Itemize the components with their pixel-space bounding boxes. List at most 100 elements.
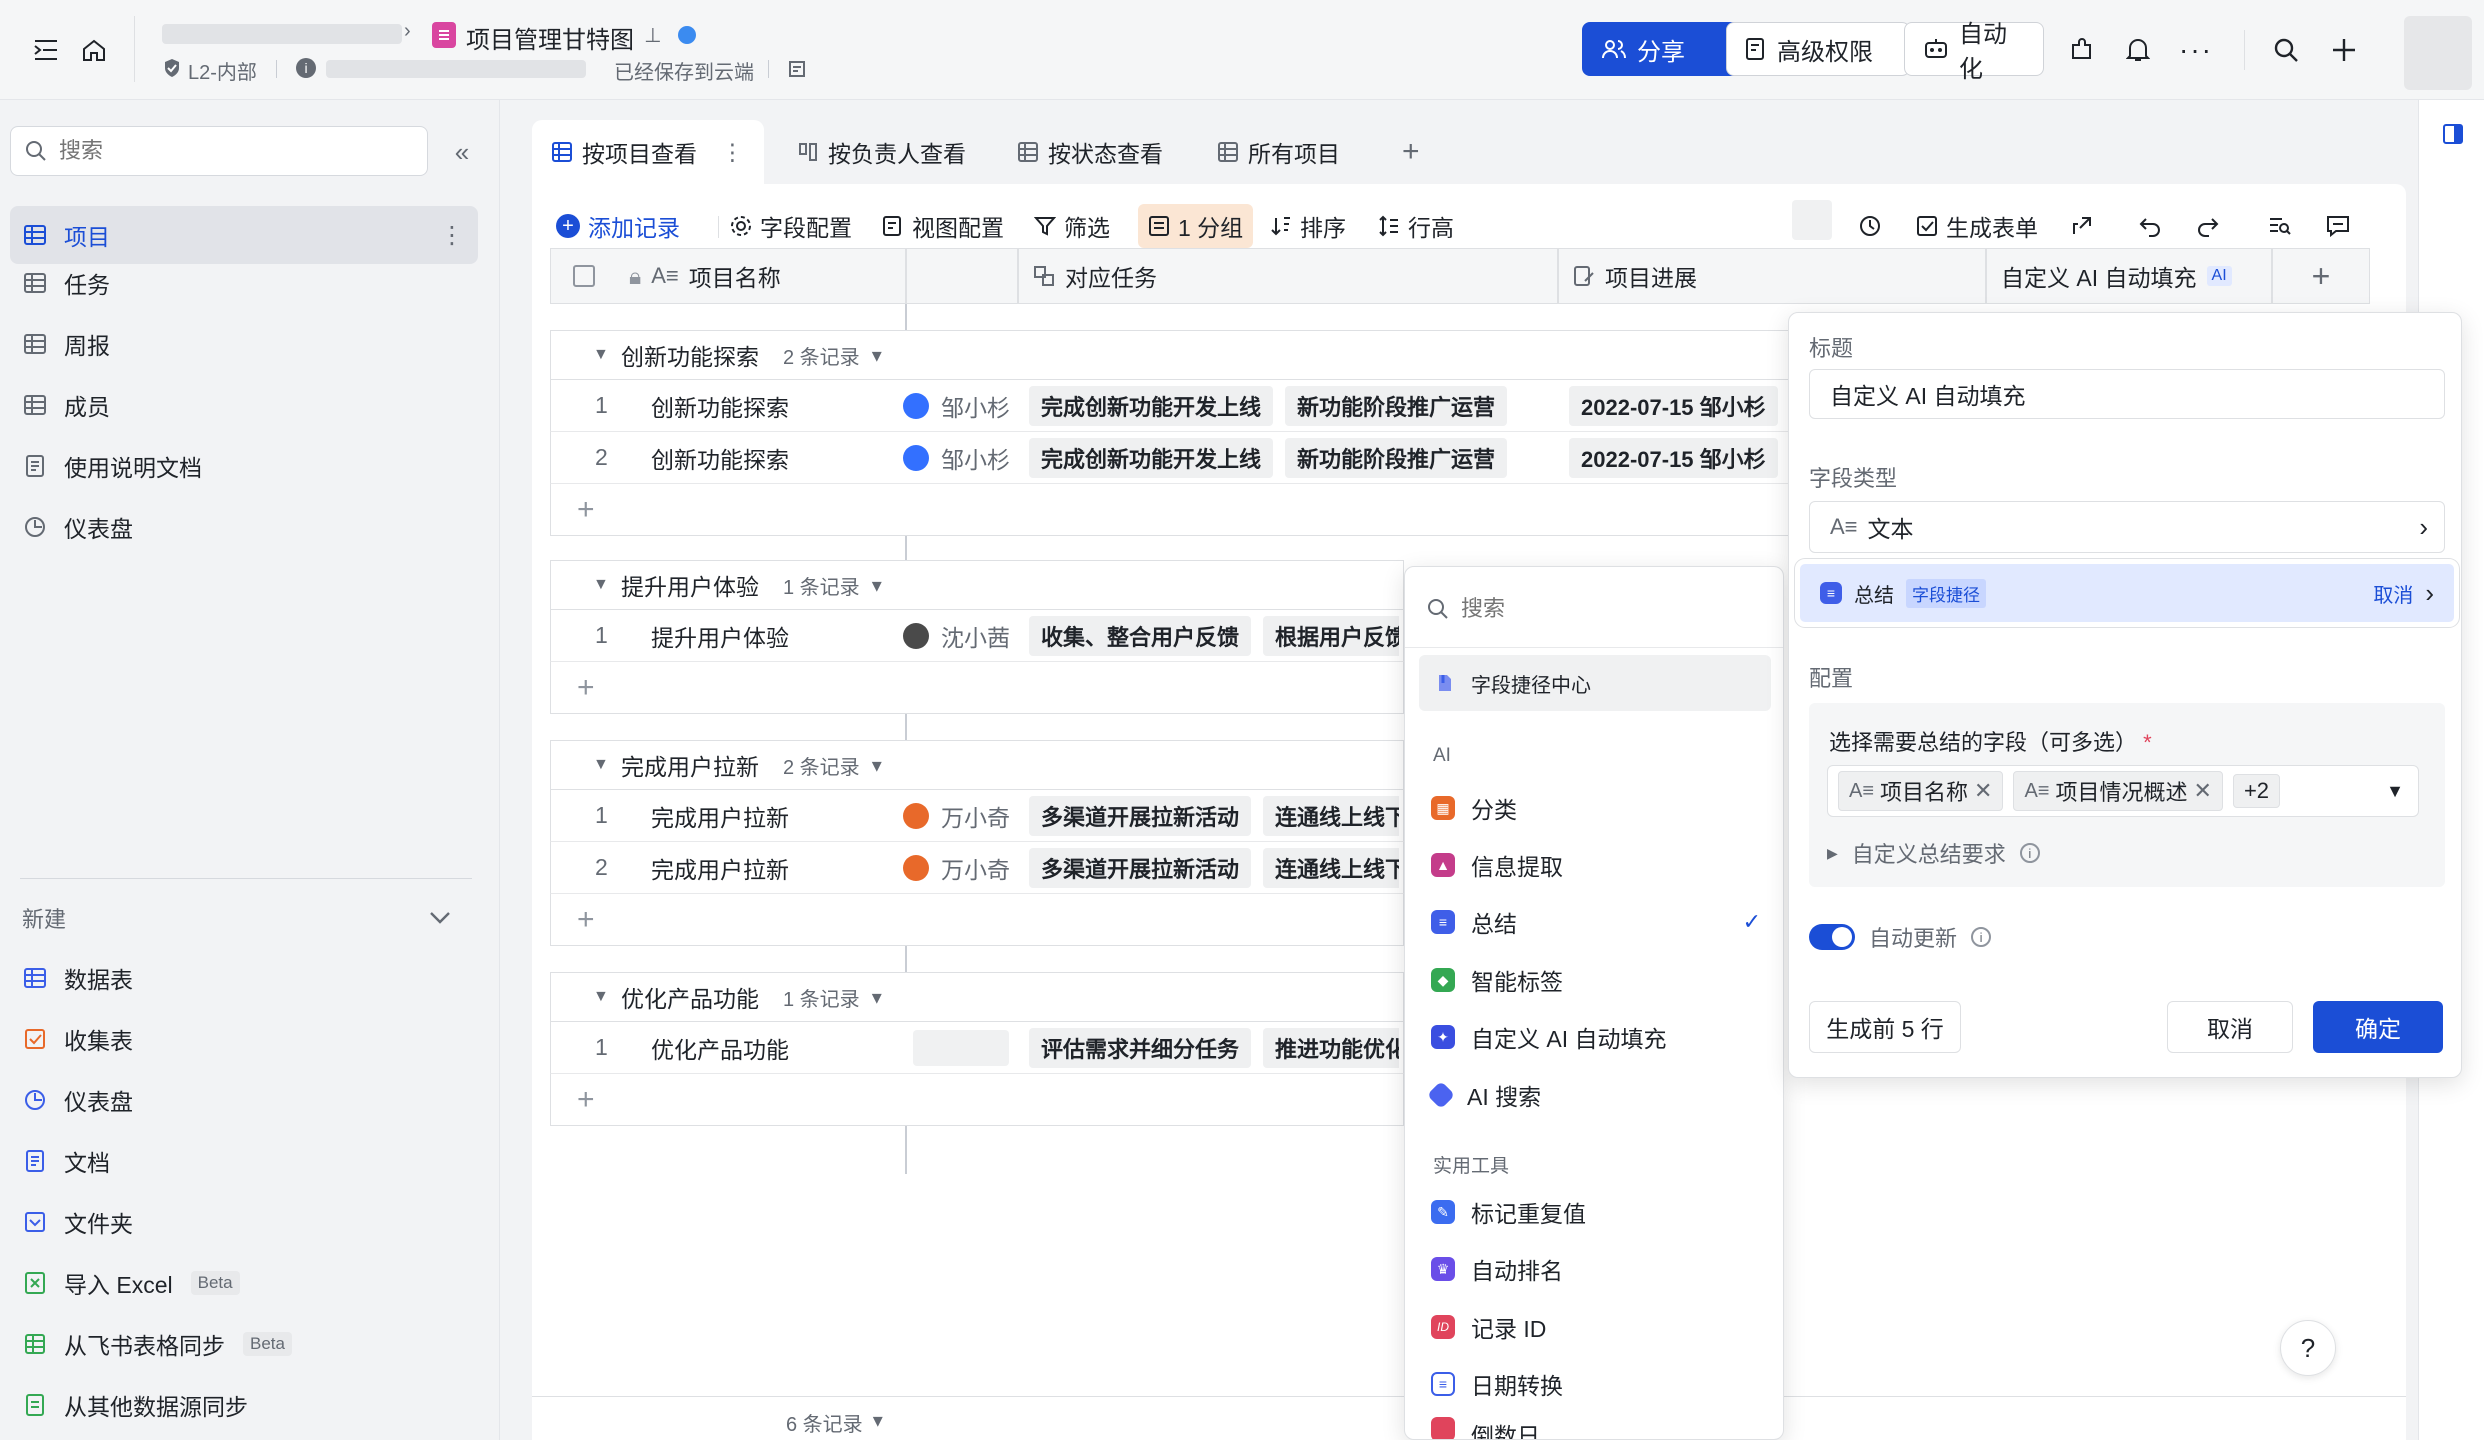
cell-tasks[interactable]: 多渠道开展拉新活动 连通线上线下 [1029, 790, 1399, 841]
sidebar-search-input[interactable] [59, 138, 399, 164]
table-row[interactable]: 1 提升用户体验 沈小茜 收集、整合用户反馈 根据用户反馈 [550, 610, 1404, 662]
custom-requirement-toggle[interactable]: ▶ 自定义总结要求 i [1827, 837, 2040, 869]
generate-form-button[interactable]: 生成表单 [1916, 200, 2038, 252]
sync-other-source[interactable]: 从其他数据源同步 [10, 1376, 478, 1434]
comment-icon[interactable] [2326, 200, 2350, 252]
filter-button[interactable]: 筛选 [1034, 200, 1110, 252]
sort-button[interactable]: 排序 [1270, 200, 1346, 252]
shortcut-selected[interactable]: ≡ 总结 字段捷径 取消 › [1795, 559, 2459, 627]
caret-down-icon[interactable]: ▾ [872, 753, 882, 778]
record-count[interactable]: 6 条记录 ▾ [786, 1408, 883, 1437]
more-icon[interactable]: ··· [2176, 30, 2216, 70]
cell-owner[interactable]: 邹小杉 [903, 380, 1010, 431]
menu-item-date-convert[interactable]: ≡ 日期转换 [1431, 1359, 1761, 1409]
caret-down-icon[interactable]: ▾ [872, 343, 882, 368]
new-form[interactable]: 收集表 [10, 1010, 478, 1068]
caret-down-icon[interactable]: ▼ [593, 576, 609, 594]
item-more-icon[interactable]: ⋮ [440, 221, 464, 250]
cell-project-name[interactable]: 完成用户拉新 [651, 842, 789, 893]
cancel-button[interactable]: 取消 [2167, 1001, 2293, 1053]
cell-project-name[interactable]: 提升用户体验 [651, 610, 789, 661]
help-button[interactable]: ? [2280, 1320, 2336, 1376]
group-button[interactable]: 1 分组 [1138, 204, 1254, 248]
tab-by-owner[interactable]: 按负责人查看 [778, 120, 986, 184]
field-type-select[interactable]: A≡ 文本 › [1809, 501, 2445, 553]
row-height-button[interactable]: 行高 [1378, 200, 1454, 252]
cell-project-name[interactable]: 优化产品功能 [651, 1022, 789, 1073]
table-row[interactable]: 1 优化产品功能 评估需求并细分任务 推进功能优化 [550, 1022, 1404, 1074]
menu-item-summary[interactable]: ≡ 总结 ✓ [1431, 897, 1761, 947]
advanced-permission-button[interactable]: 高级权限 [1726, 22, 1910, 76]
remove-icon[interactable]: ✕ [1974, 778, 1992, 804]
import-excel[interactable]: 导入 Excel Beta [10, 1254, 478, 1312]
menu-item-auto-rank[interactable]: ♛ 自动排名 [1431, 1244, 1761, 1294]
shortcut-cancel-link[interactable]: 取消 [2373, 579, 2413, 608]
menu-item-smart-tag[interactable]: ◆ 智能标签 [1431, 955, 1761, 1005]
pin-icon[interactable]: ⊥ [640, 22, 666, 48]
new-dashboard[interactable]: 仪表盘 [10, 1071, 478, 1129]
tab-all-projects[interactable]: 所有项目 [1198, 120, 1360, 184]
add-row-icon[interactable]: + [550, 894, 1404, 946]
sidebar-item-manual[interactable]: 使用说明文档 [10, 437, 478, 495]
column-header-name[interactable]: 🔒︎ A≡ 项目名称 [550, 248, 906, 304]
cell-tasks[interactable]: 完成创新功能开发上线 新功能阶段推广运营 [1029, 380, 1508, 431]
menu-item-record-id[interactable]: ID 记录 ID [1431, 1302, 1761, 1352]
view-config-button[interactable]: 视图配置 [882, 200, 1004, 252]
auto-update-toggle[interactable] [1809, 924, 1855, 950]
group-header[interactable]: ▼ 完成用户拉新 2 条记录 ▾ [550, 740, 1404, 790]
menu-item-ai-search[interactable]: AI 搜索 [1426, 1070, 1761, 1120]
cell-tasks[interactable]: 完成创新功能开发上线 新功能阶段推广运营 [1029, 432, 1508, 483]
sidebar-toggle-icon[interactable] [30, 34, 62, 66]
new-data-table[interactable]: 数据表 [10, 949, 478, 1007]
shortcut-center-item[interactable]: 字段捷径中心 [1419, 655, 1771, 711]
menu-item-ai-autofill[interactable]: ✦ 自定义 AI 自动填充 [1431, 1012, 1761, 1062]
breadcrumb-placeholder[interactable] [162, 24, 402, 44]
group-header[interactable]: ▼ 创新功能探索 2 条记录 ▾ [550, 330, 1820, 380]
group-header[interactable]: ▼ 优化产品功能 1 条记录 ▾ [550, 972, 1404, 1022]
new-folder[interactable]: 文件夹 [10, 1193, 478, 1251]
sidebar-item-members[interactable]: 成员 [10, 376, 478, 434]
menu-item-classify[interactable]: ▦ 分类 [1431, 783, 1761, 833]
column-header-tasks[interactable]: 对应任务 [1018, 248, 1558, 304]
cell-owner[interactable]: 邹小杉 [903, 432, 1010, 483]
avatar[interactable] [2404, 16, 2472, 90]
remove-icon[interactable]: ✕ [2194, 778, 2212, 804]
caret-down-icon[interactable]: ▾ [872, 573, 882, 598]
confirm-button[interactable]: 确定 [2313, 1001, 2443, 1053]
add-row-icon[interactable]: + [550, 484, 1820, 536]
menu-search-input[interactable] [1461, 596, 1741, 622]
more-chip[interactable]: +2 [2232, 774, 2281, 808]
search-icon[interactable] [2266, 30, 2306, 70]
add-icon[interactable] [2324, 30, 2364, 70]
cell-owner[interactable]: 万小奇 [903, 842, 1010, 893]
add-row-icon[interactable]: + [550, 662, 1404, 714]
table-row[interactable]: 1 创新功能探索 邹小杉 完成创新功能开发上线 新功能阶段推广运营 2022-07… [550, 380, 1820, 432]
cell-project-name[interactable]: 完成用户拉新 [651, 790, 789, 841]
cell-tasks[interactable]: 多渠道开展拉新活动 连通线上线下 [1029, 842, 1399, 893]
generate-first-rows-button[interactable]: 生成前 5 行 [1809, 1001, 1961, 1053]
redo-icon[interactable] [2196, 200, 2220, 252]
column-header-ai-autofill[interactable]: 自定义 AI 自动填充 AI [1986, 248, 2272, 304]
add-row-icon[interactable]: + [550, 1074, 1404, 1126]
table-row[interactable]: 2 完成用户拉新 万小奇 多渠道开展拉新活动 连通线上线下 [550, 842, 1404, 894]
sidebar-item-weekly[interactable]: 周报 [10, 315, 478, 373]
cell-progress[interactable]: 2022-07-15 邹小杉 [1569, 432, 1778, 483]
cell-owner[interactable]: 沈小茜 [903, 610, 1010, 661]
automation-button[interactable]: 自动化 [1904, 21, 2044, 83]
home-icon[interactable] [78, 34, 110, 66]
sidebar-search[interactable] [10, 126, 428, 176]
caret-down-icon[interactable]: ▼ [593, 756, 609, 774]
caret-down-icon[interactable]: ▼ [593, 988, 609, 1006]
sidebar-item-dashboard[interactable]: 仪表盘 [10, 498, 478, 556]
add-view-icon[interactable]: + [1382, 120, 1440, 184]
menu-item-countdown[interactable]: 倒数日 [1431, 1417, 1761, 1439]
cell-tasks[interactable]: 收集、整合用户反馈 根据用户反馈 [1029, 610, 1399, 661]
title-input[interactable]: 自定义 AI 自动填充 [1809, 369, 2445, 419]
plugin-icon[interactable] [2062, 30, 2102, 70]
cell-project-name[interactable]: 创新功能探索 [651, 380, 789, 431]
cell-owner[interactable] [913, 1022, 1009, 1073]
column-header-owner[interactable] [906, 248, 1018, 304]
new-doc[interactable]: 文档 [10, 1132, 478, 1190]
security-level[interactable]: L2-内部 [188, 56, 257, 85]
add-column-icon[interactable]: + [2272, 248, 2370, 304]
